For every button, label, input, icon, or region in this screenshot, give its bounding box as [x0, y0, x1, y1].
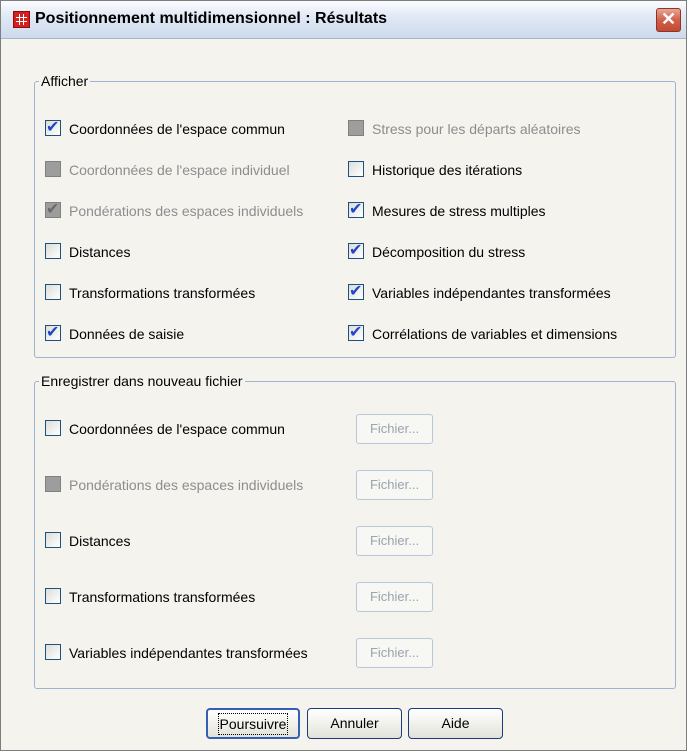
display-right-option-4-checkbox[interactable]	[348, 281, 364, 300]
display-left-option-3-label: Distances	[69, 244, 131, 260]
cancel-button[interactable]: Annuler	[307, 708, 402, 739]
display-right-option-3-checkbox[interactable]	[348, 240, 364, 259]
display-left-option-0-label: Coordonnées de l'espace commun	[69, 121, 285, 137]
continue-button-label: Poursuivre	[217, 713, 289, 735]
close-button[interactable]: ✕	[656, 8, 681, 32]
display-group-legend: Afficher	[39, 73, 91, 89]
spss-table-icon	[13, 11, 30, 28]
display-left-option-1-label: Coordonnées de l'espace individuel	[69, 162, 290, 178]
save-option-4-checkbox[interactable]	[45, 644, 61, 660]
display-right-option-1-label: Historique des itérations	[372, 162, 523, 178]
save-option-2-label: Distances	[69, 533, 131, 549]
continue-button[interactable]: Poursuivre	[206, 708, 300, 739]
display-left-option-0-checkbox[interactable]	[45, 117, 61, 136]
display-right-option-1-checkbox[interactable]	[348, 161, 364, 177]
display-left-option-4-label: Transformations transformées	[69, 285, 256, 301]
display-left-option-2-label: Pondérations des espaces individuels	[69, 203, 304, 219]
save-option-0-label: Coordonnées de l'espace commun	[69, 421, 285, 437]
display-right-option-2-checkbox[interactable]	[348, 199, 364, 218]
title-bar: Positionnement multidimensionnel : Résul…	[1, 1, 686, 39]
display-left-option-2-checkbox	[45, 199, 61, 218]
display-left-option-4-checkbox[interactable]	[45, 284, 61, 300]
help-button[interactable]: Aide	[408, 708, 503, 739]
dialog-window: Positionnement multidimensionnel : Résul…	[0, 0, 687, 751]
save-group: Enregistrer dans nouveau fichier Coordon…	[34, 373, 676, 689]
display-group: Afficher Coordonnées de l'espace commun C…	[34, 73, 676, 358]
save-option-1-checkbox	[45, 476, 61, 492]
save-option-0-checkbox[interactable]	[45, 420, 61, 436]
display-left-option-5-label: Données de saisie	[69, 326, 185, 342]
display-right-option-4-label: Variables indépendantes transformées	[372, 285, 611, 301]
display-left-option-1-checkbox	[45, 161, 61, 177]
display-right-option-5-checkbox[interactable]	[348, 322, 364, 341]
display-right-option-0-label: Stress pour les départs aléatoires	[372, 121, 581, 137]
display-right-option-2-label: Mesures de stress multiples	[372, 203, 546, 219]
save-option-0-file-button: Fichier...	[356, 414, 433, 444]
display-right-option-0-checkbox	[348, 120, 364, 136]
save-option-3-checkbox[interactable]	[45, 588, 61, 604]
save-option-1-file-button: Fichier...	[356, 470, 433, 500]
save-option-1-label: Pondérations des espaces individuels	[69, 477, 304, 493]
display-left-option-3-checkbox[interactable]	[45, 243, 61, 259]
display-left-option-5-checkbox[interactable]	[45, 322, 61, 341]
save-option-4-label: Variables indépendantes transformées	[69, 645, 308, 661]
save-group-legend: Enregistrer dans nouveau fichier	[39, 373, 245, 389]
save-option-3-file-button: Fichier...	[356, 582, 433, 612]
display-right-option-3-label: Décomposition du stress	[372, 244, 526, 260]
window-title: Positionnement multidimensionnel : Résul…	[35, 10, 388, 27]
save-option-2-file-button: Fichier...	[356, 526, 433, 556]
save-option-4-file-button: Fichier...	[356, 638, 433, 668]
save-option-2-checkbox[interactable]	[45, 532, 61, 548]
display-right-option-5-label: Corrélations de variables et dimensions	[372, 326, 618, 342]
save-option-3-label: Transformations transformées	[69, 589, 256, 605]
